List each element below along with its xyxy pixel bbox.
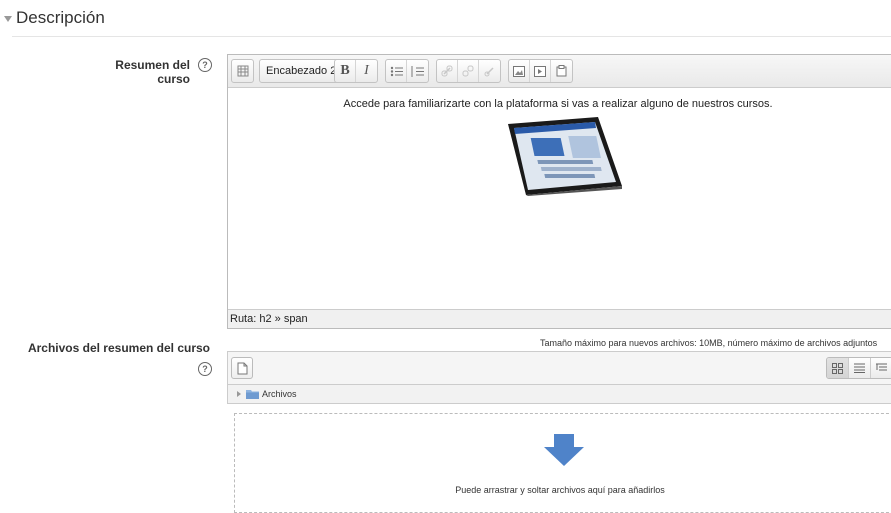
drop-arrow-icon [544,434,584,466]
add-file-button[interactable] [231,357,253,379]
insert-group [508,59,573,83]
format-select-value: Encabezado 2 [266,65,337,77]
toolbar-toggle-group [231,59,254,83]
file-drop-zone[interactable]: Puede arrastrar y soltar archivos aquí p… [234,413,891,513]
files-label: Archivos del resumen del curso [27,341,210,355]
section-header-descripcion[interactable]: Descripción [4,6,105,30]
toggle-toolbar-icon[interactable] [232,60,253,82]
text-style-group: B I [334,59,378,83]
manage-files-icon[interactable] [551,60,572,82]
collapse-triangle-icon [4,15,12,22]
file-limits-text: Tamaño máximo para nuevos archivos: 10MB… [540,338,878,348]
link-group [436,59,501,83]
list-group [385,59,429,83]
ordered-list-icon[interactable] [407,60,428,82]
anchor-icon[interactable] [479,60,500,82]
editor-paragraph: Accede para familiarizarte con la plataf… [343,98,773,110]
summary-editor: Encabezado 2 B I Accede para familiariza… [227,54,891,329]
bold-icon[interactable]: B [335,60,356,82]
folder-icon [246,390,259,399]
section-divider [12,36,891,37]
editor-path-bar: Ruta: h2 » span [228,309,891,328]
section-title: Descripción [16,8,105,27]
help-icon[interactable]: ? [198,362,212,376]
editor-toolbar: Encabezado 2 B I [228,55,891,88]
filepicker-breadcrumb[interactable]: Archivos [227,384,891,404]
image-icon[interactable] [509,60,530,82]
filepicker-toolbar [227,351,891,384]
view-switcher [826,357,891,379]
summary-label: Resumen del curso [115,58,190,86]
tree-view-button[interactable] [871,358,891,378]
icons-view-button[interactable] [827,358,849,378]
unordered-list-icon[interactable] [386,60,407,82]
tablet-image [508,117,622,196]
expand-arrow-icon [237,391,241,397]
drop-instructions: Puede arrastrar y soltar archivos aquí p… [455,485,665,495]
tree-icon [876,363,887,371]
list-view-button[interactable] [849,358,871,378]
media-icon[interactable] [530,60,551,82]
link-icon[interactable] [437,60,458,82]
unlink-icon[interactable] [458,60,479,82]
folder-label: Archivos [262,389,297,399]
editor-content-area[interactable]: Accede para familiarizarte con la plataf… [228,88,891,309]
help-icon[interactable]: ? [198,58,212,72]
grid-icon [832,362,843,374]
add-file-icon [237,362,247,374]
italic-icon[interactable]: I [356,60,377,82]
list-icon [854,363,865,373]
